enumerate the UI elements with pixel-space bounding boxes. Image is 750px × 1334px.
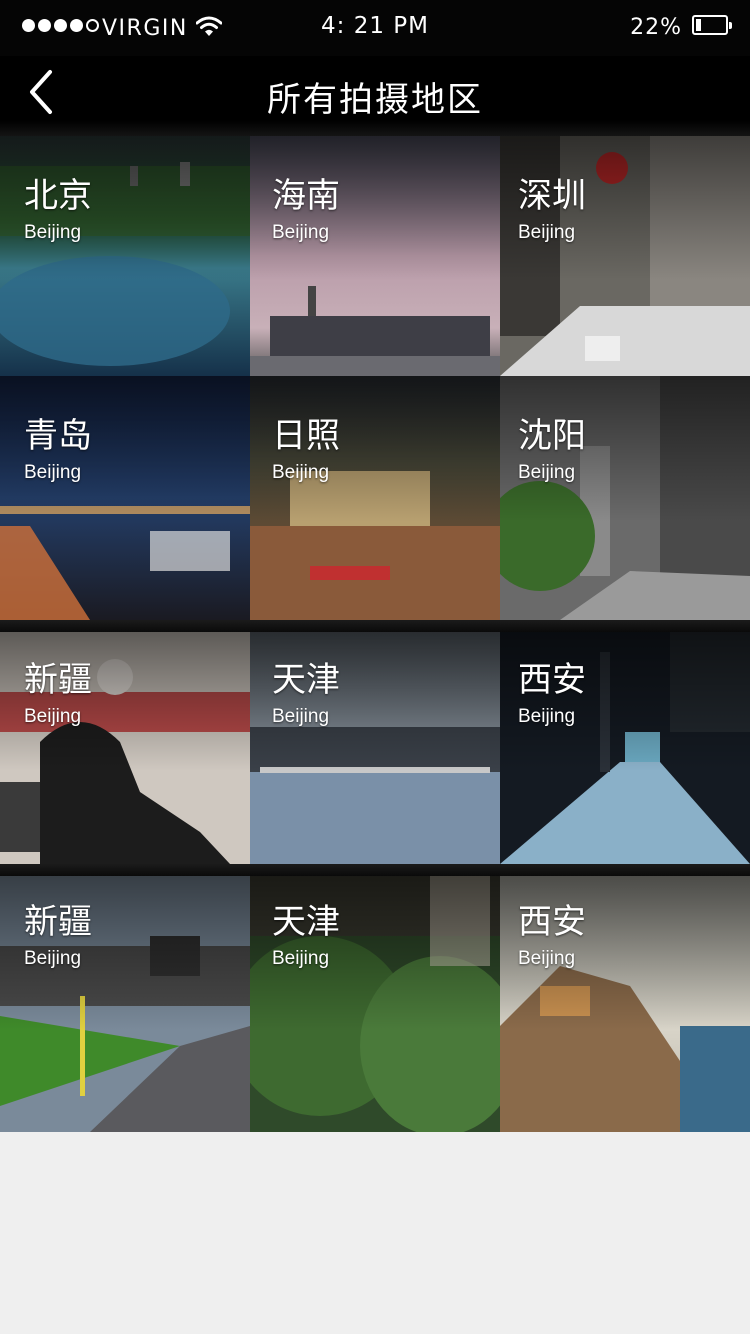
region-tile[interactable]: 深圳 Beijing	[500, 136, 750, 376]
region-tile[interactable]: 青岛 Beijing	[0, 376, 250, 620]
region-tile[interactable]: 天津 Beijing	[250, 876, 500, 1132]
region-name: 天津	[272, 902, 340, 942]
region-tile[interactable]: 新疆 Beijing	[0, 876, 250, 1132]
region-subtitle: Beijing	[272, 948, 330, 969]
region-tile[interactable]: 沈阳 Beijing	[500, 376, 750, 620]
status-bar: VIRGIN 4: 21 PM 22%	[0, 0, 750, 56]
region-tile[interactable]: 西安 Beijing	[500, 632, 750, 864]
region-subtitle: Beijing	[24, 706, 82, 727]
region-name: 青岛	[24, 416, 92, 456]
battery-icon	[692, 15, 732, 35]
region-subtitle: Beijing	[518, 948, 576, 969]
region-name: 日照	[272, 416, 340, 456]
battery-percentage: 22%	[630, 15, 682, 40]
region-name: 新疆	[24, 902, 92, 942]
region-tile[interactable]: 北京 Beijing	[0, 136, 250, 376]
region-tile[interactable]: 海南 Beijing	[250, 136, 500, 376]
region-name: 海南	[272, 176, 340, 216]
region-subtitle: Beijing	[24, 222, 82, 243]
page-title: 所有拍摄地区	[267, 80, 483, 120]
region-subtitle: Beijing	[272, 462, 330, 483]
region-subtitle: Beijing	[24, 462, 82, 483]
region-name: 深圳	[518, 176, 586, 216]
region-tile[interactable]: 西安 Beijing	[500, 876, 750, 1132]
region-tile[interactable]: 天津 Beijing	[250, 632, 500, 864]
region-subtitle: Beijing	[518, 462, 576, 483]
region-tile[interactable]: 日照 Beijing	[250, 376, 500, 620]
region-subtitle: Beijing	[518, 706, 576, 727]
region-subtitle: Beijing	[518, 222, 576, 243]
region-name: 天津	[272, 660, 340, 700]
region-subtitle: Beijing	[24, 948, 82, 969]
region-subtitle: Beijing	[272, 222, 330, 243]
region-name: 沈阳	[518, 416, 586, 456]
region-name: 北京	[24, 176, 92, 216]
region-tile[interactable]: 新疆 Beijing	[0, 632, 250, 864]
region-name: 西安	[518, 660, 586, 700]
navigation-bar: 所有拍摄地区	[0, 56, 750, 136]
region-name: 新疆	[24, 660, 92, 700]
region-name: 西安	[518, 902, 586, 942]
region-subtitle: Beijing	[272, 706, 330, 727]
